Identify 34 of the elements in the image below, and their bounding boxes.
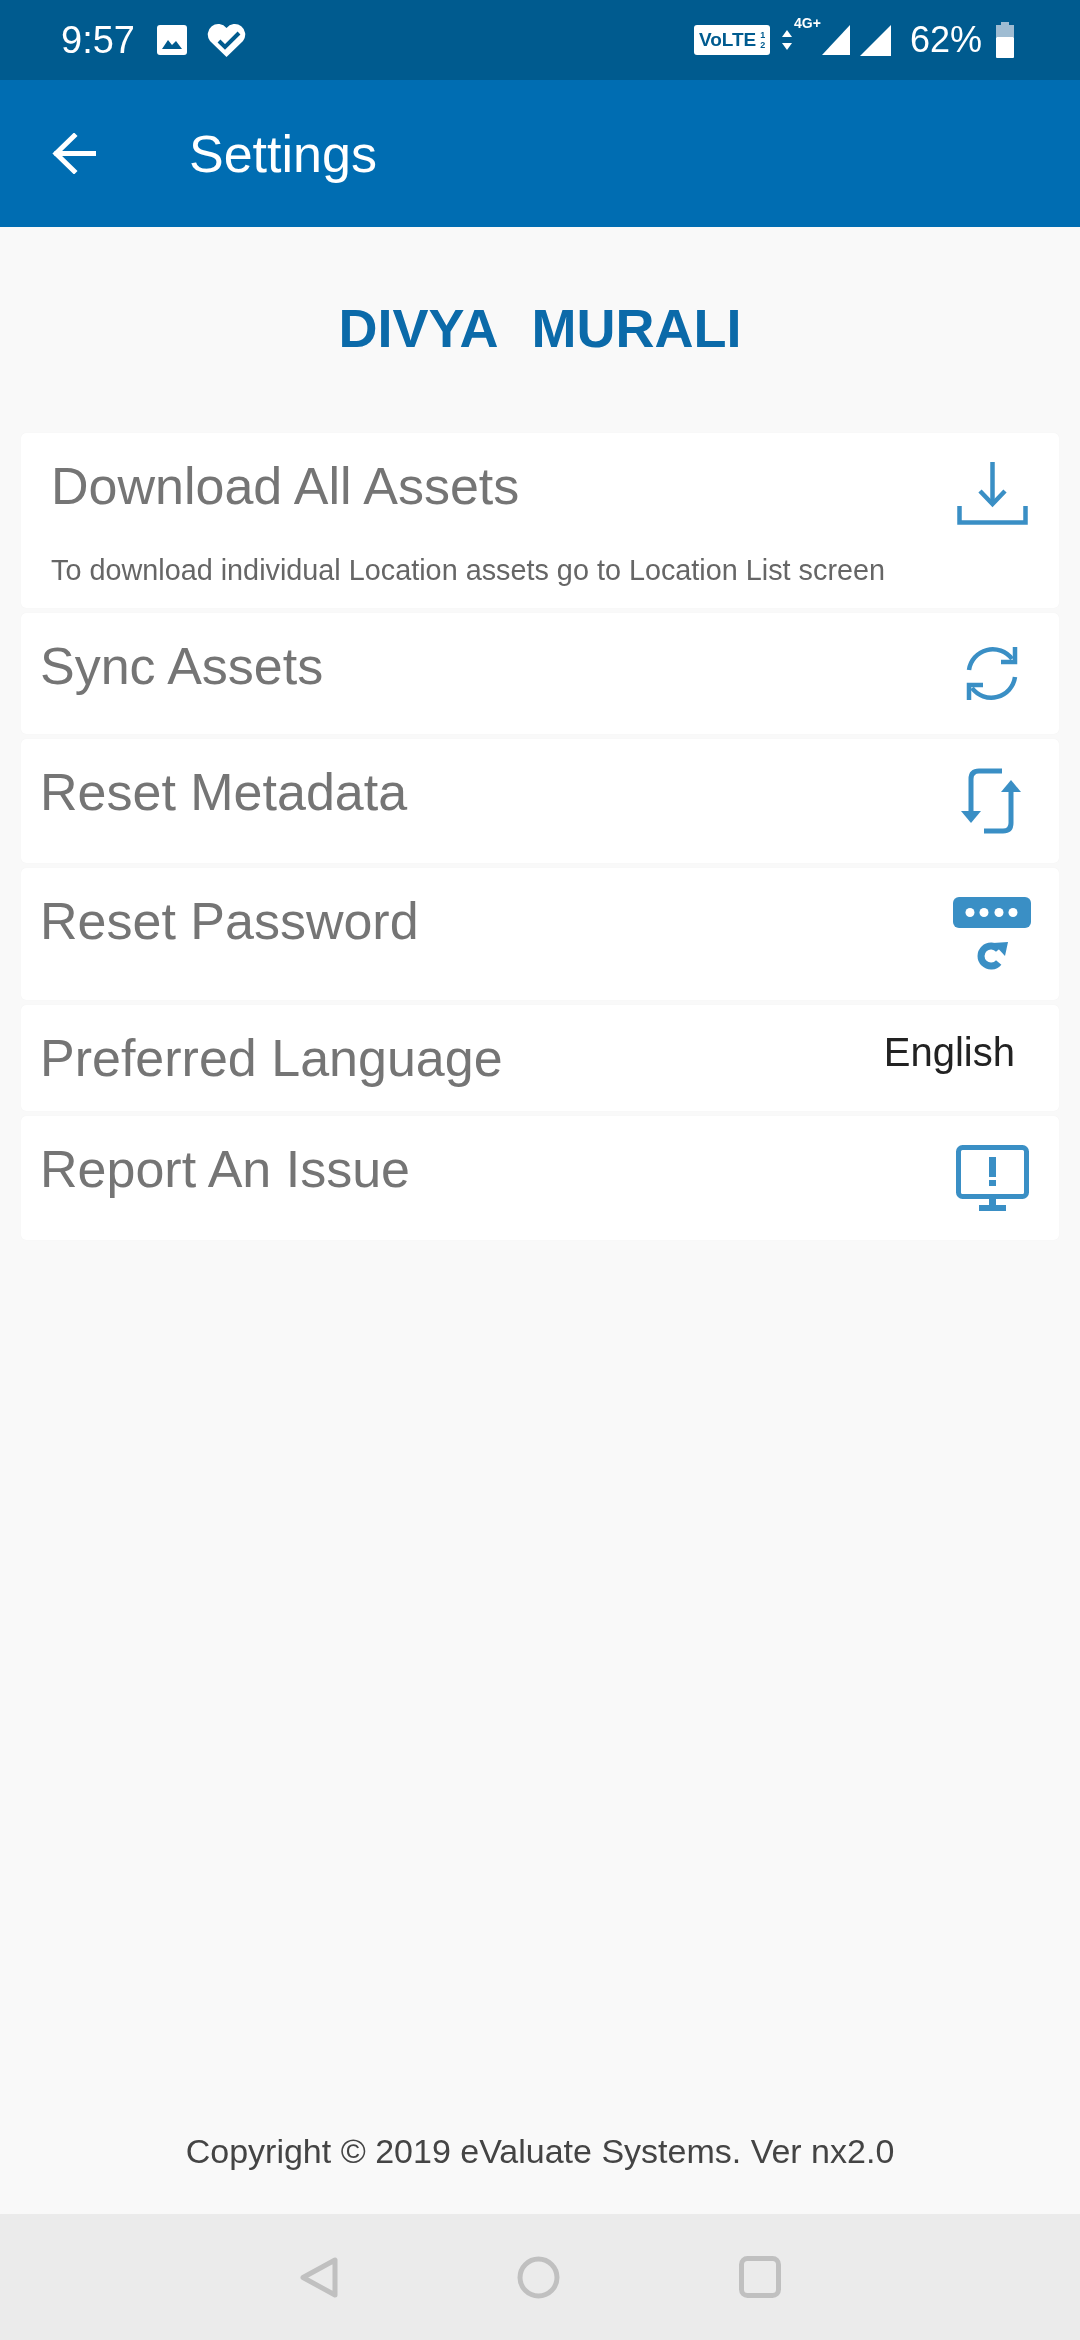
volte-label: VoLTE <box>698 29 757 51</box>
settings-item[interactable]: Report An Issue <box>21 1116 1059 1240</box>
settings-item[interactable]: Reset Metadata <box>21 739 1059 863</box>
gallery-icon <box>156 25 187 55</box>
password-reset-icon <box>953 897 1031 971</box>
item-title: Sync Assets <box>40 636 324 697</box>
item-title: Download All Assets <box>51 456 520 517</box>
item-description: To download individual Location assets go to Location List screen <box>51 553 886 588</box>
language-value: English <box>883 1029 1015 1076</box>
sim-slot-label: 1 2 <box>760 30 766 50</box>
item-title: Preferred Language <box>40 1028 503 1089</box>
heart-check-icon <box>205 22 247 58</box>
back-icon[interactable] <box>299 2256 338 2298</box>
battery-percent: 62% <box>909 19 982 61</box>
download-icon <box>956 462 1028 525</box>
home-icon[interactable] <box>516 2255 560 2299</box>
battery-icon <box>996 22 1014 58</box>
monitor-alert-icon <box>955 1145 1029 1211</box>
screen-title: Settings <box>189 123 377 184</box>
copyright-text: Copyright © 2019 eValuate Systems. Ver nx2.0 <box>185 2131 895 2171</box>
signal-icon <box>859 24 891 56</box>
network-type-label: 4G+ <box>794 15 821 31</box>
recent-apps-icon[interactable] <box>738 2256 781 2298</box>
signal-icon <box>821 25 850 55</box>
item-title: Report An Issue <box>40 1139 410 1200</box>
user-name: DIVYA MURALI <box>338 297 742 360</box>
item-title: Reset Metadata <box>40 762 408 823</box>
settings-item[interactable]: Reset Password <box>21 868 1059 1000</box>
settings-item[interactable]: Download All Assets To download individual Location assets go to Location List screen <box>21 433 1059 608</box>
settings-item[interactable]: Preferred Language English <box>21 1005 1059 1111</box>
item-title: Reset Password <box>40 891 419 952</box>
data-arrows-icon <box>782 30 793 50</box>
status-time: 9:57 <box>61 18 135 62</box>
settings-item[interactable]: Sync Assets <box>21 613 1059 734</box>
